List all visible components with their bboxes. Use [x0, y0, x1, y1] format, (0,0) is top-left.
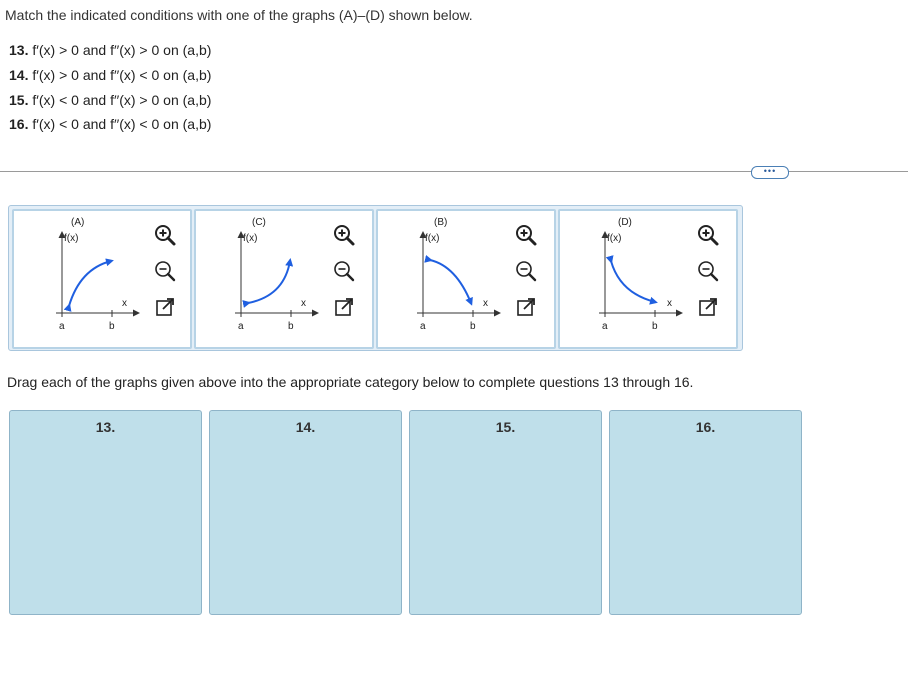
graph-title: (A): [71, 217, 84, 228]
zoom-out-icon[interactable]: [332, 259, 356, 283]
curve: [63, 258, 114, 312]
instructions: Match the indicated conditions with one …: [5, 7, 473, 23]
b-label: b: [470, 321, 476, 332]
drop-target-15[interactable]: 15.: [409, 410, 602, 615]
graph-card-a[interactable]: (A) f(x) x a b: [12, 209, 192, 349]
zoom-out-icon[interactable]: [514, 259, 538, 283]
a-label: a: [238, 321, 244, 332]
y-axis-label: f(x): [64, 233, 78, 244]
graph-title: (B): [434, 217, 447, 228]
zoom-in-icon[interactable]: [153, 223, 177, 247]
condition-14: 14. f′(x) > 0 and f′′(x) < 0 on (a,b): [9, 67, 211, 83]
graph-card-d[interactable]: (D) f(x) x a b: [558, 209, 738, 349]
b-label: b: [288, 321, 294, 332]
condition-number: 16.: [9, 116, 29, 132]
graph-card-c[interactable]: (C) f(x) x a b: [194, 209, 374, 349]
condition-16: 16. f′(x) < 0 and f′′(x) < 0 on (a,b): [9, 116, 211, 132]
condition-15: 15. f′(x) < 0 and f′′(x) > 0 on (a,b): [9, 92, 211, 108]
condition-text: f′(x) < 0 and f′′(x) > 0 on (a,b): [28, 92, 212, 108]
condition-number: 15.: [9, 92, 29, 108]
drop-target-label: 15.: [495, 419, 516, 435]
pop-out-icon[interactable]: [153, 295, 177, 319]
drop-target-16[interactable]: 16.: [609, 410, 802, 615]
condition-text: f′(x) > 0 and f′′(x) < 0 on (a,b): [28, 67, 212, 83]
b-label: b: [652, 321, 658, 332]
curve: [605, 255, 658, 305]
condition-number: 13.: [9, 42, 29, 58]
pop-out-icon[interactable]: [332, 295, 356, 319]
pop-out-icon[interactable]: [514, 295, 538, 319]
drop-target-14[interactable]: 14.: [209, 410, 402, 615]
drag-instructions: Drag each of the graphs given above into…: [7, 374, 694, 390]
x-axis-label: x: [122, 298, 127, 309]
x-axis-label: x: [667, 298, 672, 309]
zoom-in-icon[interactable]: [514, 223, 538, 247]
condition-number: 14.: [9, 67, 29, 83]
condition-text: f′(x) < 0 and f′′(x) < 0 on (a,b): [28, 116, 212, 132]
curve: [424, 254, 473, 306]
y-axis-label: f(x): [607, 233, 621, 244]
zoom-in-icon[interactable]: [332, 223, 356, 247]
graph-card-b[interactable]: (B) f(x) x a b: [376, 209, 556, 349]
zoom-out-icon[interactable]: [696, 259, 720, 283]
y-axis-label: f(x): [425, 233, 439, 244]
drop-target-13[interactable]: 13.: [9, 410, 202, 615]
x-axis-label: x: [483, 298, 488, 309]
pop-out-icon[interactable]: [696, 295, 720, 319]
curve: [242, 258, 294, 308]
drop-target-label: 13.: [95, 419, 116, 435]
zoom-in-icon[interactable]: [696, 223, 720, 247]
graph-title: (C): [252, 217, 266, 228]
zoom-out-icon[interactable]: [153, 259, 177, 283]
more-options-button[interactable]: •••: [751, 166, 789, 179]
b-label: b: [109, 321, 115, 332]
condition-text: f′(x) > 0 and f′′(x) > 0 on (a,b): [28, 42, 212, 58]
graph-title: (D): [618, 217, 632, 228]
y-axis-label: f(x): [243, 233, 257, 244]
a-label: a: [59, 321, 65, 332]
condition-13: 13. f′(x) > 0 and f′′(x) > 0 on (a,b): [9, 42, 211, 58]
a-label: a: [420, 321, 426, 332]
drop-target-label: 14.: [295, 419, 316, 435]
graph-tray: (A) f(x) x a b (C) f(x) x a b (B) f(x) x…: [8, 205, 743, 351]
drop-target-label: 16.: [695, 419, 716, 435]
a-label: a: [602, 321, 608, 332]
x-axis-label: x: [301, 298, 306, 309]
